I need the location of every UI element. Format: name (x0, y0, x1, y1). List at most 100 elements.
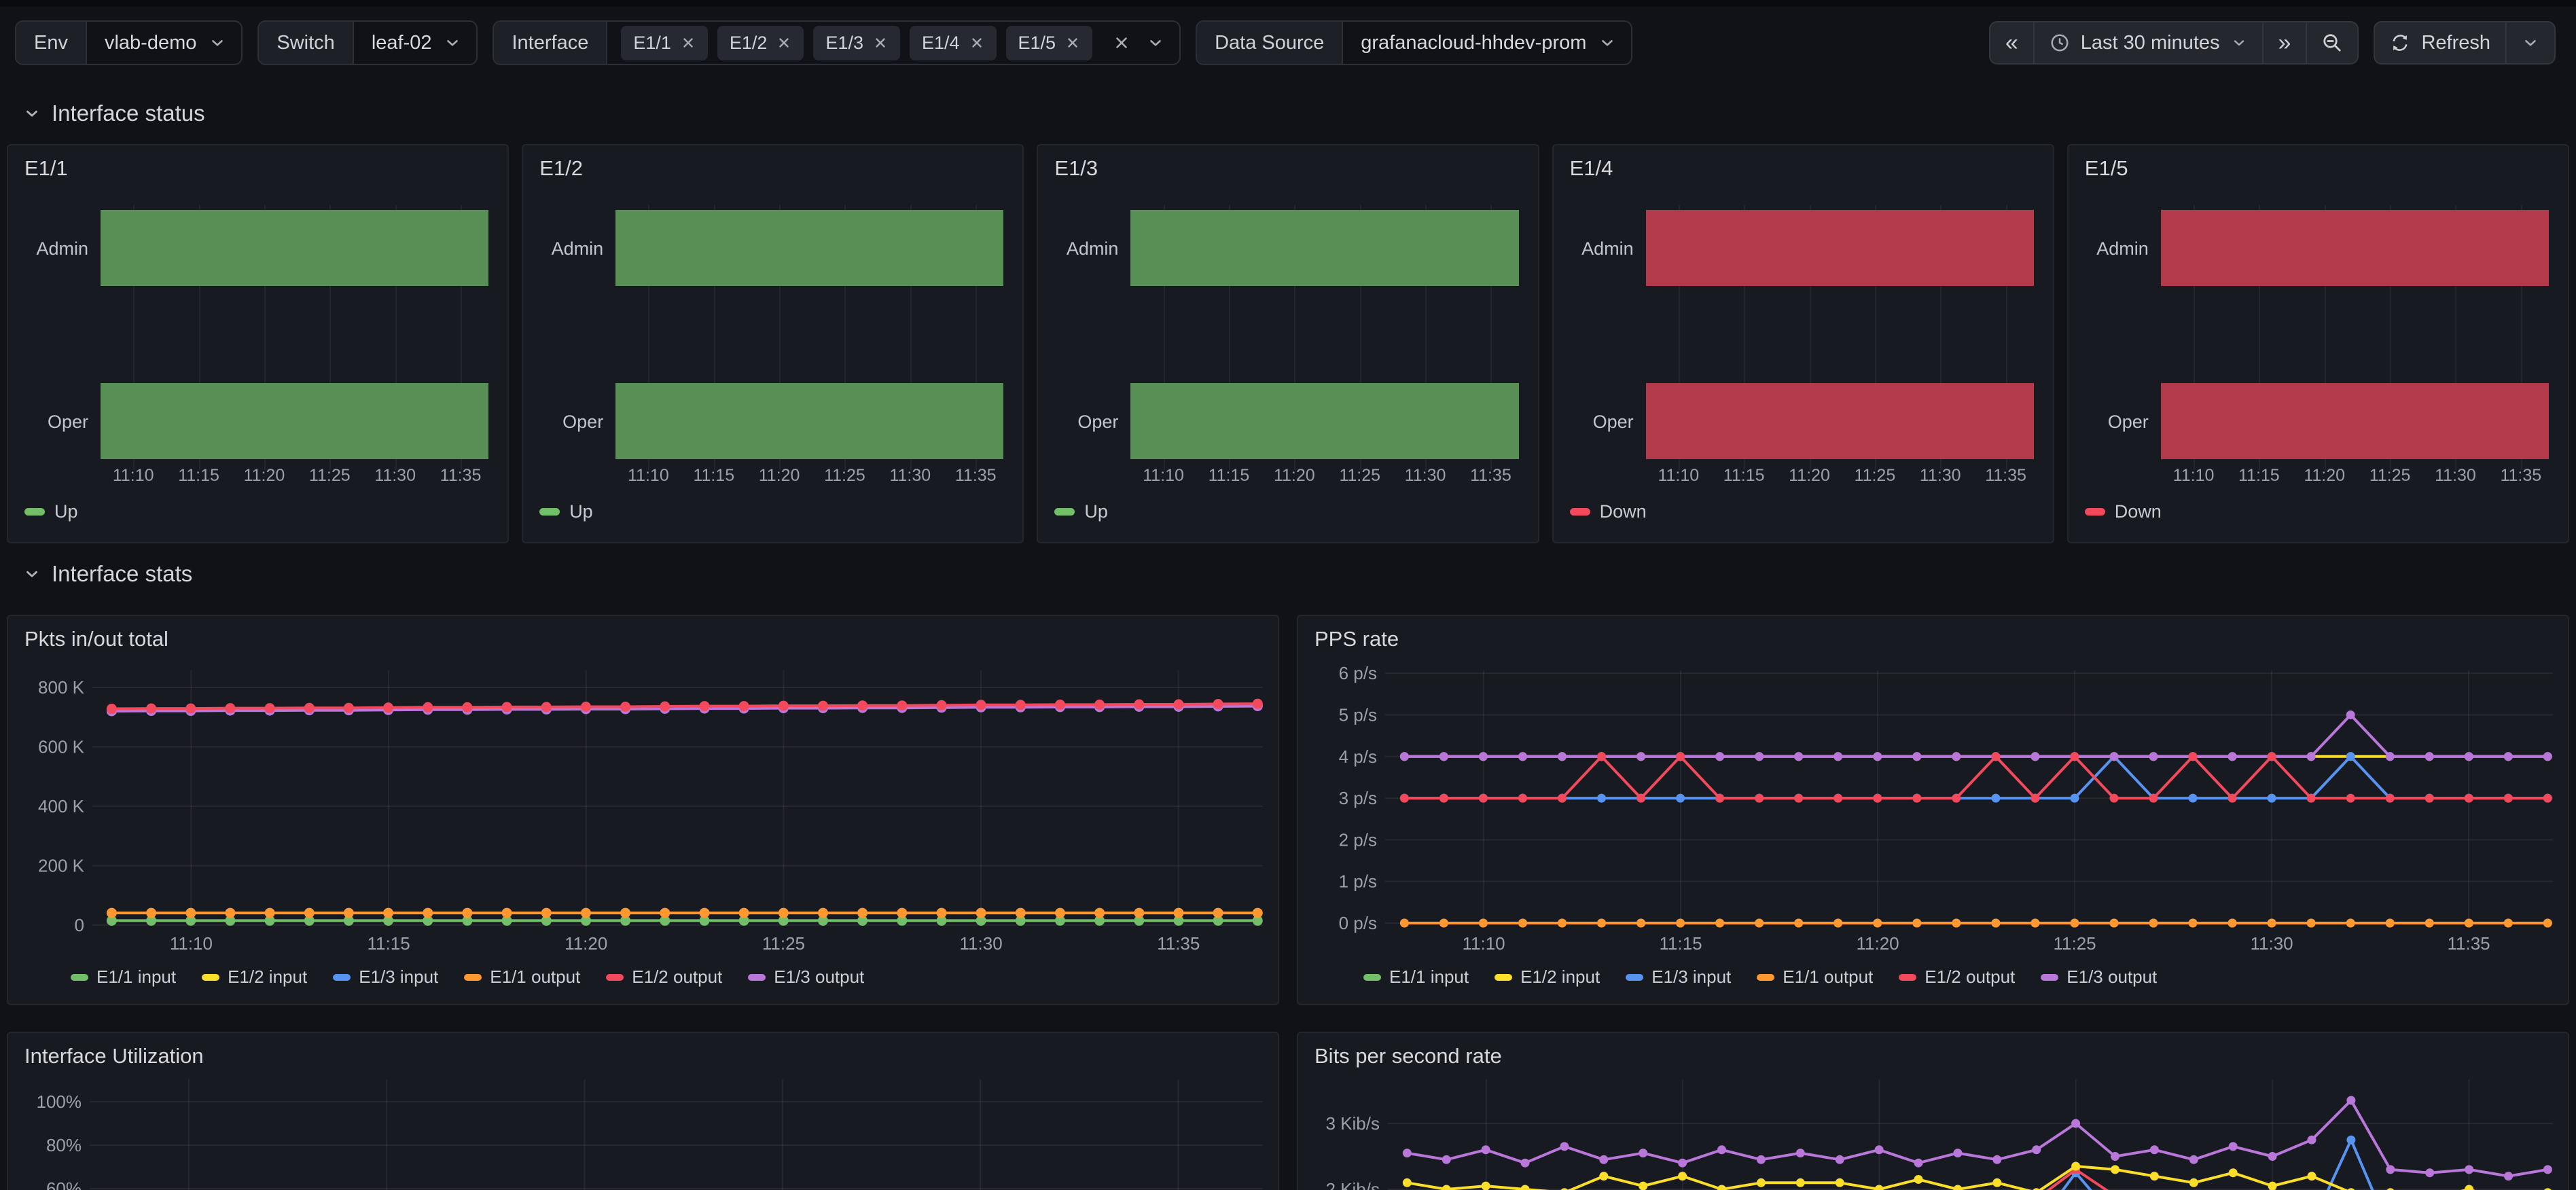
legend-item[interactable]: E1/2 input (1495, 967, 1600, 988)
switch-value-dropdown[interactable]: leaf-02 (354, 22, 477, 64)
timeline-legend-item[interactable]: Up (539, 501, 593, 522)
chart-canvas-bits[interactable]: 3 Kib/s2 Kib/s (1298, 1079, 2569, 1190)
series-point (1991, 794, 2000, 803)
time-forward-button[interactable]: » (2264, 22, 2308, 63)
series-point (1912, 752, 1921, 761)
datasource-label: Data Source (1197, 22, 1343, 64)
datasource-value: grafanacloud-hhdev-prom (1361, 32, 1586, 54)
time-range-picker[interactable]: Last 30 minutes (2035, 22, 2264, 63)
x-axis-tick-label: 11:20 (1857, 933, 1899, 954)
angle-double-left-icon: « (2005, 31, 2018, 54)
series-point (1952, 919, 1961, 928)
chevron-down-icon (1598, 34, 1616, 52)
series-point (2268, 1182, 2277, 1190)
datasource-value-dropdown[interactable]: grafanacloud-hhdev-prom (1343, 22, 1631, 64)
legend-item[interactable]: E1/3 output (2041, 967, 2157, 988)
timeline-legend-item[interactable]: Down (2085, 501, 2162, 522)
series-point (1836, 1155, 1844, 1164)
legend-item[interactable]: E1/1 output (464, 967, 580, 988)
series-point (2386, 919, 2395, 928)
chart-canvas-util[interactable]: 100%80%60% (8, 1079, 1279, 1190)
refresh-button[interactable]: Refresh (2375, 22, 2507, 63)
series-point (2031, 919, 2039, 928)
chart-canvas-pps[interactable]: 6 p/s5 p/s4 p/s3 p/s2 p/s1 p/s0 p/s11:10… (1298, 662, 2569, 981)
series-point (304, 703, 315, 713)
var-datasource-group: Data Source grafanacloud-hhdev-prom (1196, 20, 1632, 65)
legend-label: E1/1 input (1389, 967, 1469, 988)
series-point (1873, 919, 1882, 928)
series-point (265, 908, 275, 918)
legend-item[interactable]: E1/3 input (333, 967, 438, 988)
series-point (1558, 919, 1567, 928)
series-point (1636, 752, 1645, 761)
series-point (1518, 919, 1527, 928)
legend-item[interactable]: E1/3 output (748, 967, 864, 988)
switch-label: Switch (259, 22, 353, 64)
chip-remove-icon[interactable] (969, 35, 984, 50)
legend-label: E1/1 output (490, 967, 580, 988)
series-point (265, 703, 275, 713)
series-point (2228, 794, 2237, 803)
series-point (1796, 1149, 1805, 1157)
series-point (2110, 752, 2119, 761)
series-point (1755, 752, 1764, 761)
series-point (1952, 752, 1961, 761)
section-interface-stats[interactable]: Interface stats (23, 561, 192, 587)
timeline-bar-admin (1646, 210, 2034, 286)
legend-item[interactable]: E1/3 input (1626, 967, 1731, 988)
legend-color-marker (202, 974, 219, 981)
series-line-E1/3 output (1407, 1100, 2547, 1176)
series-point (2268, 794, 2276, 803)
y-axis-tick-label: 6 p/s (1339, 663, 1377, 683)
interface-chip[interactable]: E1/2 (717, 26, 804, 60)
series-point (1055, 700, 1065, 710)
series-point (146, 704, 156, 714)
refresh-interval-dropdown[interactable] (2507, 22, 2554, 63)
chip-remove-icon[interactable] (776, 35, 791, 50)
legend-item[interactable]: E1/1 input (1363, 967, 1469, 988)
chart-canvas-pkts[interactable]: 800 K600 K400 K200 K011:1011:1511:2011:2… (8, 662, 1279, 981)
legend-label: E1/2 output (632, 967, 722, 988)
y-axis-tick-label: 3 p/s (1339, 788, 1377, 808)
legend-item[interactable]: E1/2 output (606, 967, 722, 988)
section-interface-status[interactable]: Interface status (23, 101, 205, 126)
timeline-legend-item[interactable]: Down (1570, 501, 1647, 522)
timeline-bar-admin (615, 210, 1003, 286)
clear-all-icon[interactable] (1113, 34, 1130, 52)
series-point (818, 701, 828, 711)
legend-item[interactable]: E1/2 output (1899, 967, 2015, 988)
chart-legend: E1/1 input E1/2 input E1/3 input E1/1 outpu… (71, 967, 864, 988)
legend-item[interactable]: E1/2 input (202, 967, 307, 988)
series-point (1794, 752, 1803, 761)
legend-item[interactable]: E1/1 input (71, 967, 176, 988)
interface-chip[interactable]: E1/3 (813, 26, 900, 60)
switch-value: leaf-02 (372, 32, 432, 54)
env-label: Env (16, 22, 87, 64)
time-back-button[interactable]: « (1990, 22, 2035, 63)
chevron-down-icon[interactable] (1147, 34, 1164, 52)
series-point (2071, 1119, 2080, 1128)
series-point (1479, 919, 1488, 928)
series-point (1717, 1145, 1726, 1154)
timeline-legend-item[interactable]: Up (1054, 501, 1108, 522)
zoom-out-button[interactable] (2307, 22, 2357, 63)
interface-chip[interactable]: E1/1 (621, 26, 708, 60)
series-point (2425, 919, 2434, 928)
chip-remove-icon[interactable] (681, 35, 696, 50)
chip-remove-icon[interactable] (1065, 35, 1080, 50)
chip-remove-icon[interactable] (873, 35, 888, 50)
env-value-dropdown[interactable]: vlab-demo (87, 22, 241, 64)
series-point (1442, 1185, 1451, 1190)
series-point (1403, 1149, 1412, 1157)
legend-label: E1/1 input (96, 967, 176, 988)
timeline-legend-item[interactable]: Up (24, 501, 78, 522)
interface-chip[interactable]: E1/4 (910, 26, 997, 60)
series-point (541, 908, 552, 918)
series-point (541, 702, 552, 712)
timeline-row-label: Admin (1048, 238, 1118, 259)
series-point (2307, 794, 2316, 803)
series-point (1439, 752, 1448, 761)
legend-item[interactable]: E1/1 output (1757, 967, 1873, 988)
series-point (1912, 919, 1921, 928)
interface-chip[interactable]: E1/5 (1006, 26, 1093, 60)
